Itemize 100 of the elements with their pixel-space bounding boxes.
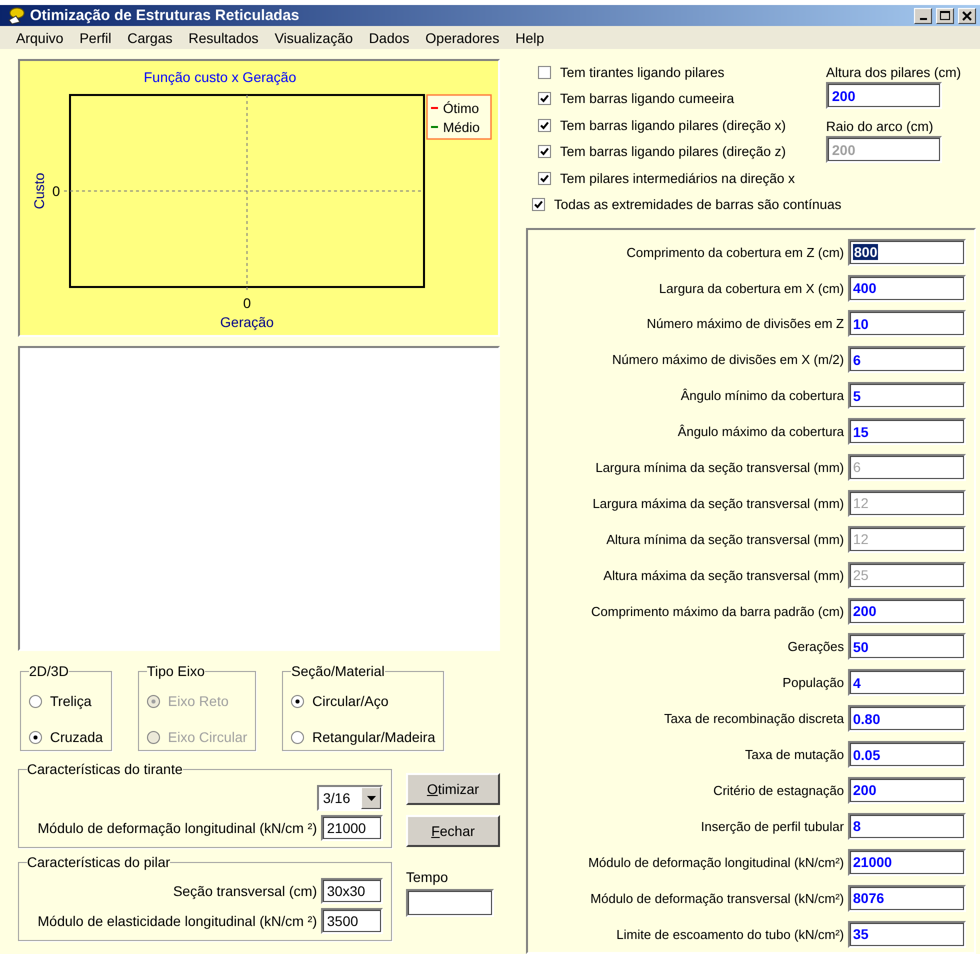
- checkbox-label[interactable]: Tem pilares intermediários na direção x: [560, 170, 795, 186]
- field-label: Altura máxima da seção transversal (mm): [603, 568, 844, 583]
- group-title: Seção/Material: [291, 663, 385, 680]
- field-label: Módulo de elasticidade longitudinal (kN/cm ²): [38, 913, 317, 930]
- field-label: Gerações: [788, 639, 844, 654]
- field-label: Altura dos pilares (cm): [826, 65, 962, 80]
- field-label: Módulo de deformação transversal (kN/cm²): [590, 890, 844, 906]
- input-field[interactable]: 3500: [321, 908, 383, 934]
- input-field[interactable]: 21000: [848, 848, 966, 876]
- field-label: Largura máxima da seção transversal (mm): [592, 496, 844, 511]
- field-label: Raio do arco (cm): [826, 119, 934, 134]
- window-title: Otimização de Estruturas Reticuladas: [30, 7, 300, 24]
- checkbox-label[interactable]: Tem barras ligando pilares (direção z): [560, 144, 786, 160]
- input-field[interactable]: 400: [848, 274, 966, 302]
- field-label: Critério de estagnação: [713, 782, 844, 798]
- input-field[interactable]: 4: [848, 669, 966, 696]
- y-axis-label: Custo: [31, 172, 47, 210]
- x-tick-label: 0: [243, 295, 251, 312]
- field-label: Inserção de perfil tubular: [700, 818, 844, 834]
- legend-box: [426, 94, 492, 140]
- input-field[interactable]: 5: [848, 382, 966, 410]
- input-field[interactable]: 0.05: [848, 741, 966, 768]
- radio-button[interactable]: [29, 694, 42, 708]
- menu-item[interactable]: Help: [507, 30, 552, 46]
- menu-item[interactable]: Dados: [360, 30, 418, 46]
- dropdown-arrow-icon: [366, 796, 376, 801]
- field-label: Largura mínima da seção transversal (mm): [595, 460, 844, 475]
- close-button[interactable]: [958, 8, 976, 24]
- input-field[interactable]: 6: [848, 346, 966, 374]
- field-label: Limite de escoamento do tubo (kN/cm²): [616, 926, 844, 942]
- checkbox[interactable]: [538, 66, 551, 79]
- checkbox-label[interactable]: Tem barras ligando pilares (direção x): [560, 118, 786, 133]
- y-tick-label: 0: [52, 183, 60, 200]
- menu-item[interactable]: Operadores: [417, 30, 508, 46]
- close-icon: [962, 10, 972, 21]
- radio-button[interactable]: [291, 730, 304, 744]
- maximize-button[interactable]: [936, 8, 954, 24]
- checkbox[interactable]: [538, 172, 551, 185]
- minimize-icon: [920, 18, 926, 20]
- checkbox[interactable]: [532, 198, 545, 212]
- minimize-button[interactable]: [914, 8, 932, 24]
- x-axis-label: Geração: [220, 314, 274, 330]
- input-field[interactable]: [406, 889, 494, 918]
- input-field[interactable]: 15: [848, 418, 966, 446]
- checkbox-label[interactable]: Todas as extremidades de barras são contínuas: [554, 197, 842, 212]
- app-icon: [6, 6, 26, 26]
- input-field[interactable]: 0.80: [848, 705, 966, 732]
- group-title: Características do tirante: [27, 761, 183, 778]
- checkbox[interactable]: [538, 145, 551, 158]
- field-label: População: [782, 675, 844, 690]
- radio-label[interactable]: Treliça: [50, 693, 92, 710]
- input-field[interactable]: 35: [848, 920, 966, 948]
- group-title: Tipo Eixo: [146, 663, 205, 680]
- group-title: 2D/3D: [29, 663, 69, 680]
- input-field[interactable]: 8: [848, 812, 966, 840]
- legend-label: Ótimo: [443, 101, 480, 116]
- radio-button[interactable]: [29, 730, 42, 744]
- field-label: Ângulo mínimo da cobertura: [680, 388, 844, 404]
- menu-item[interactable]: Cargas: [119, 30, 181, 46]
- legend-label: Médio: [443, 120, 480, 136]
- radio-button[interactable]: [291, 694, 304, 708]
- field-label: Tempo: [406, 869, 450, 886]
- field-label: Largura da cobertura em X (cm): [659, 280, 844, 296]
- group-title: Características do pilar: [27, 854, 170, 870]
- action-button[interactable]: Fechar: [406, 815, 500, 848]
- input-field[interactable]: 800: [848, 238, 966, 266]
- size-dropdown[interactable]: 3/16: [317, 785, 383, 812]
- field-label: Taxa de recombinação discreta: [664, 711, 844, 726]
- input-field[interactable]: 200: [826, 82, 942, 110]
- field-label: Altura mínima da seção transversal (mm): [606, 532, 844, 547]
- input-field[interactable]: 10: [848, 310, 966, 338]
- field-label: Taxa de mutação: [744, 747, 844, 762]
- field-label: Comprimento máximo da barra padrão (cm): [591, 604, 844, 619]
- field-label: Seção transversal (cm): [173, 883, 317, 900]
- radio-label[interactable]: Cruzada: [50, 729, 103, 746]
- input-field[interactable]: 30x30: [321, 878, 383, 904]
- checkbox-label[interactable]: Tem barras ligando cumeeira: [560, 91, 734, 106]
- menu-item[interactable]: Resultados: [180, 30, 267, 46]
- menu-item[interactable]: Arquivo: [8, 30, 72, 46]
- field-label: Comprimento da cobertura em Z (cm): [626, 244, 844, 260]
- radio-label[interactable]: Retangular/Madeira: [312, 729, 436, 746]
- radio-label[interactable]: Circular/Aço: [312, 693, 389, 710]
- checkbox[interactable]: [538, 92, 551, 106]
- field-label: Ângulo máximo da cobertura: [678, 424, 844, 440]
- menu-item[interactable]: Visualização: [266, 30, 361, 46]
- input-field[interactable]: 200: [848, 598, 966, 625]
- maximize-icon: [940, 10, 950, 21]
- input-field[interactable]: 21000: [321, 815, 383, 842]
- chart-title: Função custo x Geração: [144, 69, 296, 86]
- input-field[interactable]: 200: [848, 776, 966, 804]
- input-field[interactable]: 50: [848, 633, 966, 660]
- checkbox-label[interactable]: Tem tirantes ligando pilares: [560, 64, 724, 80]
- field-label: Número máximo de divisões em Z: [646, 316, 844, 332]
- input-field[interactable]: 8076: [848, 884, 966, 912]
- action-button[interactable]: Otimizar: [406, 773, 500, 806]
- field-label: Módulo de deformação longitudinal (kN/cm ²): [38, 820, 317, 836]
- field-label: Número máximo de divisões em X (m/2): [612, 352, 844, 368]
- field-label: Módulo de deformação longitudinal (kN/cm²): [588, 854, 844, 870]
- checkbox[interactable]: [538, 118, 551, 132]
- menu-item[interactable]: Perfil: [71, 30, 120, 46]
